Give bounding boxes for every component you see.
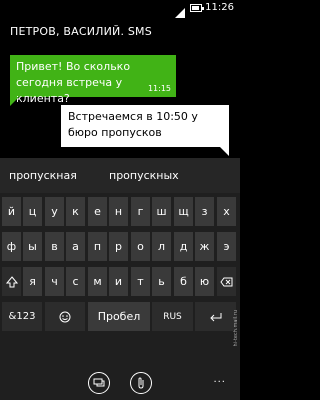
key-ц[interactable]: ц [23, 197, 42, 226]
key-щ[interactable]: щ [174, 197, 193, 226]
key-м[interactable]: м [88, 267, 107, 296]
battery-icon [190, 4, 204, 12]
key-ш[interactable]: ш [152, 197, 171, 226]
key-ы[interactable]: ы [23, 232, 42, 261]
key-о[interactable]: о [131, 232, 150, 261]
key-н[interactable]: н [109, 197, 128, 226]
key-с[interactable]: с [66, 267, 85, 296]
suggestion-1[interactable]: пропускная [9, 169, 77, 182]
key-э[interactable]: э [217, 232, 236, 261]
status-bar: 11:26 [0, 0, 240, 18]
key-и[interactable]: и [109, 267, 128, 296]
key-х[interactable]: х [217, 197, 236, 226]
language-key[interactable]: RUS [152, 302, 193, 331]
send-icon[interactable] [88, 372, 110, 394]
conversation-title: ПЕТРОВ, ВАСИЛИЙ. SMS [10, 25, 152, 38]
key-в[interactable]: в [45, 232, 64, 261]
app-bar: ... [0, 368, 240, 400]
compose-message-bubble[interactable]: Встречаемся в 10:50 у бюро пропусков [61, 105, 229, 156]
backspace-icon[interactable] [217, 267, 236, 296]
key-я[interactable]: я [23, 267, 42, 296]
key-ч[interactable]: ч [45, 267, 64, 296]
word-suggestions-bar: пропускная пропускных [0, 158, 240, 193]
key-ж[interactable]: ж [195, 232, 214, 261]
smiley-icon[interactable] [45, 302, 85, 331]
incoming-message-time: 11:15 [147, 84, 171, 93]
compose-message-text: Встречаемся в 10:50 у бюро пропусков [68, 110, 198, 139]
key-т[interactable]: т [131, 267, 150, 296]
key-р[interactable]: р [109, 232, 128, 261]
key-ь[interactable]: ь [152, 267, 171, 296]
incoming-message-text: Привет! Во сколько сегодня встреча у кли… [16, 60, 131, 105]
signal-icon [175, 3, 185, 18]
key-ю[interactable]: ю [195, 267, 214, 296]
key-й[interactable]: й [2, 197, 21, 226]
key-у[interactable]: у [45, 197, 64, 226]
paperclip-icon[interactable] [130, 372, 152, 394]
enter-icon[interactable] [195, 302, 236, 331]
key-п[interactable]: п [88, 232, 107, 261]
key-е[interactable]: е [88, 197, 107, 226]
incoming-message-bubble[interactable]: Привет! Во сколько сегодня встреча у кли… [10, 55, 176, 106]
shift-arrow-icon[interactable] [2, 267, 21, 296]
numbers-key[interactable]: &123 [2, 302, 42, 331]
suggestion-2[interactable]: пропускных [109, 169, 179, 182]
status-time: 11:26 [205, 2, 234, 13]
key-а[interactable]: а [66, 232, 85, 261]
key-л[interactable]: л [152, 232, 171, 261]
key-з[interactable]: з [195, 197, 214, 226]
key-г[interactable]: г [131, 197, 150, 226]
key-д[interactable]: д [174, 232, 193, 261]
more-options-button[interactable]: ... [213, 374, 226, 385]
key-б[interactable]: б [174, 267, 193, 296]
space-key[interactable]: Пробел [88, 302, 150, 331]
key-ф[interactable]: ф [2, 232, 21, 261]
watermark: hi-tech.mail.ru [233, 310, 239, 347]
key-к[interactable]: к [66, 197, 85, 226]
